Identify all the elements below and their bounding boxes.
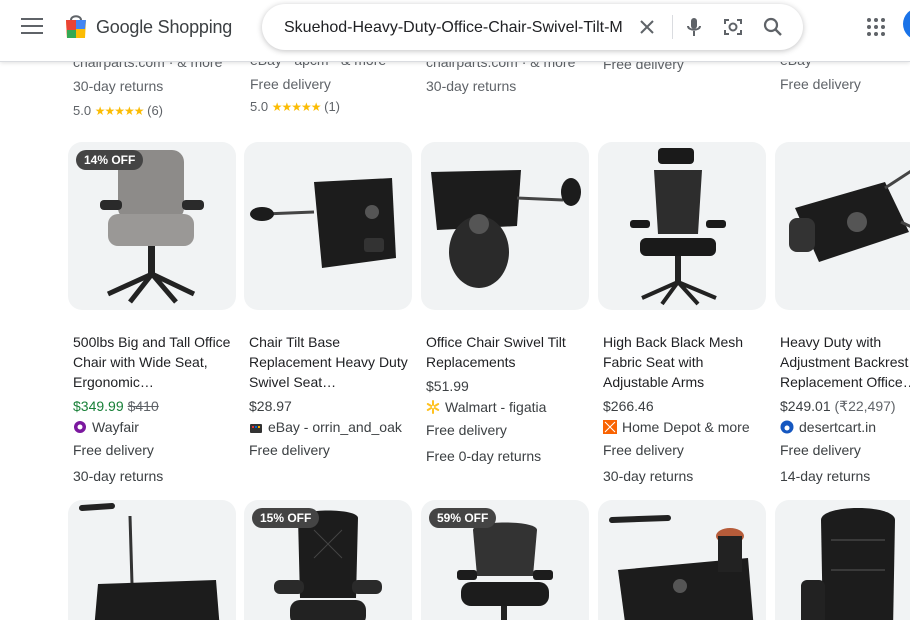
product-title[interactable]: 500lbs Big and Tall Office Chair with Wi…: [73, 332, 233, 392]
product-price: $349.99 $410: [73, 398, 159, 414]
product-image[interactable]: [775, 142, 910, 310]
returns-info: 14-day returns: [780, 468, 871, 484]
search-divider: [672, 15, 673, 39]
walmart-spark-icon: [426, 400, 440, 414]
store-name[interactable]: Home Depot & more: [603, 419, 750, 435]
ebay-icon: [250, 424, 262, 433]
delivery-info: Free delivery: [780, 442, 861, 458]
star-rating-icon: ★★★★★: [271, 100, 322, 114]
product-title[interactable]: Chair Tilt Base Replacement Heavy Duty S…: [249, 332, 409, 392]
product-card[interactable]: High Back Black Mesh Fabric Seat with Ad…: [598, 142, 766, 492]
discount-badge: 15% OFF: [252, 508, 320, 528]
product-card[interactable]: Heavy Duty with Adjustment Backrest Repl…: [775, 142, 910, 492]
desertcart-icon: [780, 420, 794, 434]
product-title[interactable]: Office Chair Swivel Tilt Replacements: [426, 332, 586, 372]
product-image[interactable]: [598, 500, 766, 620]
product-price: $249.01 (₹22,497): [780, 398, 896, 414]
store-name[interactable]: Walmart - figatia: [426, 399, 546, 415]
product-price: $266.46: [603, 398, 654, 414]
avatar[interactable]: [903, 8, 910, 40]
store-name[interactable]: desertcart.in: [780, 419, 876, 435]
product-price: $28.97: [249, 398, 292, 414]
product-price: $51.99: [426, 378, 469, 394]
search-icon[interactable]: [761, 15, 785, 39]
top-bar: Google Shopping: [0, 0, 910, 62]
app-title[interactable]: Google Shopping: [96, 17, 232, 38]
product-image[interactable]: [598, 142, 766, 310]
delivery-info: Free delivery: [426, 422, 507, 438]
discount-badge: 14% OFF: [76, 150, 144, 170]
product-card[interactable]: 14% OFF 500lbs Big and Tall Office Chair…: [68, 142, 236, 492]
product-card[interactable]: Office Chair Swivel Tilt Replacements $5…: [421, 142, 589, 472]
tilt-mechanism-image: [431, 170, 581, 288]
store-name[interactable]: eBay - orrin_and_oak: [249, 419, 402, 435]
rating: 5.0 ★★★★★ (1): [250, 99, 341, 114]
tilt-mechanism-image: [609, 515, 754, 620]
discount-badge: 59% OFF: [429, 508, 497, 528]
tilt-base-image: [250, 178, 396, 268]
product-image[interactable]: [68, 500, 236, 620]
product-card[interactable]: Chair Tilt Base Replacement Heavy Duty S…: [244, 142, 412, 462]
product-image[interactable]: 59% OFF: [421, 500, 589, 620]
star-rating-icon: ★★★★★: [94, 104, 145, 118]
microphone-icon[interactable]: [682, 15, 706, 39]
product-image[interactable]: [775, 500, 910, 620]
shopping-bag-logo-icon[interactable]: [64, 12, 88, 40]
delivery-info: Free delivery: [73, 442, 154, 458]
tilt-plate-image: [789, 169, 910, 262]
returns-info: 30-day returns: [73, 468, 164, 484]
delivery-info: Free delivery: [249, 442, 330, 458]
returns-info: 30-day returns: [603, 468, 694, 484]
mesh-chair-image: [630, 148, 726, 306]
rating: 5.0 ★★★★★ (6): [73, 103, 164, 118]
shopping-results-page: Google Shopping Skuehod-Heavy-Duty-Offic…: [0, 0, 910, 620]
search-input[interactable]: [284, 17, 624, 39]
product-title[interactable]: High Back Black Mesh Fabric Seat with Ad…: [603, 332, 763, 392]
product-image[interactable]: 14% OFF: [68, 142, 236, 310]
close-icon[interactable]: [635, 15, 659, 39]
product-title[interactable]: Heavy Duty with Adjustment Backrest Repl…: [780, 332, 910, 392]
product-image[interactable]: [244, 142, 412, 310]
product-image[interactable]: 15% OFF: [244, 500, 412, 620]
wayfair-icon: [74, 421, 86, 433]
lens-camera-icon[interactable]: [721, 15, 745, 39]
returns-info: Free 0-day returns: [426, 448, 542, 464]
apps-grid-icon[interactable]: [866, 17, 886, 37]
search-bar[interactable]: [262, 4, 803, 50]
store-name[interactable]: Wayfair: [73, 419, 139, 435]
product-image[interactable]: [421, 142, 589, 310]
delivery-info: Free delivery: [603, 442, 684, 458]
tilt-mechanism-image: [79, 503, 220, 620]
home-depot-icon: [603, 420, 617, 434]
menu-icon[interactable]: [21, 18, 43, 36]
executive-chair-image: [801, 508, 895, 620]
